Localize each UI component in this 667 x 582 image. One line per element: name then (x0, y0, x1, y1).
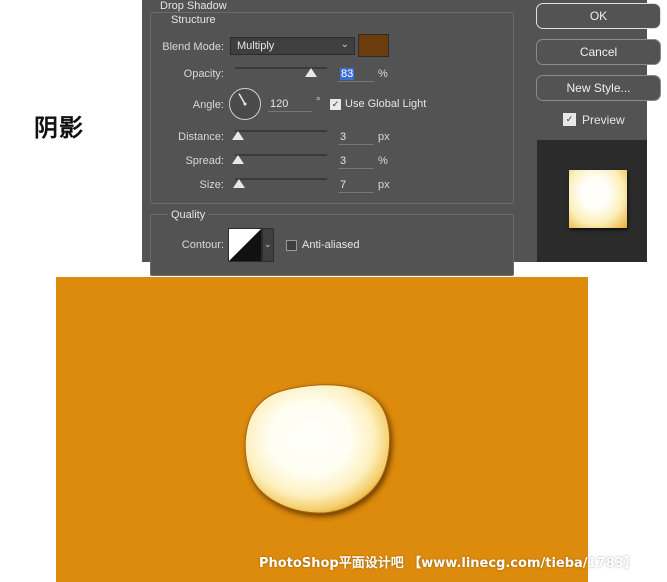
preview-label: Preview (582, 113, 625, 127)
preview-checkbox[interactable]: ✓ (563, 113, 576, 126)
spread-slider-track[interactable] (235, 154, 327, 156)
size-input[interactable]: 7 (338, 179, 374, 193)
opacity-label: Opacity: (183, 68, 224, 80)
opacity-unit: % (378, 68, 388, 80)
distance-slider-thumb[interactable] (231, 131, 244, 140)
droplet-shape (244, 384, 391, 514)
spread-slider-thumb[interactable] (231, 155, 244, 164)
distance-label: Distance: (178, 131, 224, 143)
use-global-light-checkbox[interactable]: ✓ (330, 99, 341, 110)
contour-picker[interactable] (228, 228, 262, 262)
quality-title: Quality (168, 209, 209, 221)
cancel-button[interactable]: Cancel (536, 39, 661, 65)
use-global-light-label: Use Global Light (345, 98, 427, 110)
contour-curve-icon (229, 229, 261, 261)
size-slider-thumb[interactable] (232, 179, 245, 188)
angle-label: Angle: (192, 99, 224, 111)
structure-title: Structure (168, 14, 219, 26)
preview-thumbnail (569, 170, 627, 228)
chevron-down-icon: ⌄ (264, 239, 272, 249)
watermark: PhotoShop平面设计吧 【www.linecg.com/tieba/178… (259, 556, 637, 571)
anti-aliased-checkbox[interactable] (286, 240, 297, 251)
angle-indicator-icon (238, 93, 247, 106)
layer-style-dialog: Drop Shadow Structure Blend Mode: Multip… (142, 0, 661, 276)
new-style-button[interactable]: New Style... (536, 75, 661, 101)
blend-mode-label: Blend Mode: (162, 41, 224, 53)
size-label: Size: (199, 179, 224, 191)
side-label: 阴影 (34, 113, 84, 142)
style-preview (537, 140, 647, 262)
size-unit: px (378, 179, 390, 191)
chevron-down-icon: ⌄ (340, 39, 349, 50)
distance-input[interactable]: 3 (338, 131, 374, 145)
size-slider-track[interactable] (235, 178, 327, 180)
ok-button[interactable]: OK (536, 3, 661, 29)
anti-aliased-label: Anti-aliased (302, 239, 360, 251)
distance-slider-track[interactable] (235, 130, 327, 132)
blend-mode-value: Multiply (237, 40, 275, 52)
contour-label: Contour: (181, 239, 224, 251)
spread-input[interactable]: 3 (338, 155, 374, 169)
angle-dial[interactable] (229, 88, 261, 120)
contour-dropdown[interactable]: ⌄ (262, 228, 274, 262)
settings-panel: Drop Shadow Structure Blend Mode: Multip… (142, 0, 527, 276)
opacity-input[interactable]: 83 (338, 68, 374, 82)
spread-unit: % (378, 155, 388, 167)
shadow-color-swatch[interactable] (358, 34, 389, 57)
angle-input[interactable]: 120 (268, 98, 312, 112)
distance-unit: px (378, 131, 390, 143)
document-canvas (56, 277, 588, 582)
blend-mode-dropdown[interactable]: Multiply ⌄ (230, 37, 355, 55)
angle-unit: ° (316, 96, 321, 108)
section-title: Drop Shadow (160, 0, 227, 12)
spread-label: Spread: (185, 155, 224, 167)
opacity-slider-thumb[interactable] (305, 68, 318, 77)
